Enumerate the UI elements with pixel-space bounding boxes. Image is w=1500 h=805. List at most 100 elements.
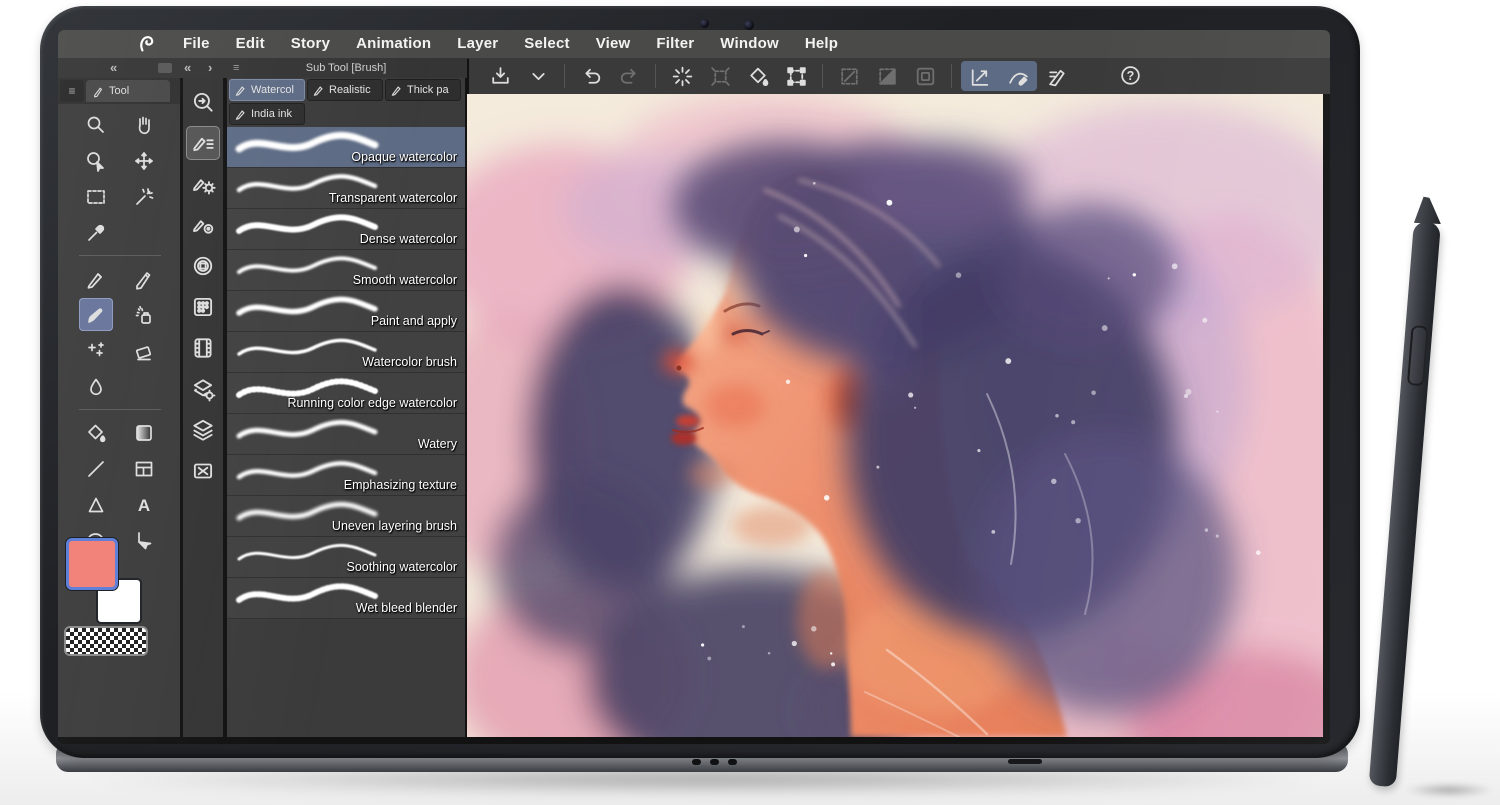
command-bar-separator	[564, 64, 565, 88]
subtool-menu-icon[interactable]: ≡	[233, 58, 239, 78]
brush-item-watery[interactable]: Watery	[227, 414, 465, 455]
brush-item-emphasizing-texture[interactable]: Emphasizing texture	[227, 455, 465, 496]
menu-item-filter[interactable]: Filter	[643, 30, 707, 58]
menu-item-animation[interactable]: Animation	[343, 30, 444, 58]
expand-dock-icon[interactable]: ›	[208, 58, 212, 78]
tool-selection-marquee[interactable]	[79, 180, 113, 213]
command-snap-to-ruler[interactable]	[961, 61, 999, 91]
command-save[interactable]	[481, 61, 519, 91]
tab-tool[interactable]: Tool	[86, 80, 170, 102]
brush-item-running-color-edge-watercolor[interactable]: Running color edge watercolor	[227, 373, 465, 414]
brush-item-watercolor-brush[interactable]: Watercolor brush	[227, 332, 465, 373]
tool-zoom[interactable]	[79, 108, 113, 141]
tool-group-divider	[79, 255, 161, 256]
menu-item-view[interactable]: View	[583, 30, 644, 58]
command-clear-outside-selection[interactable]	[701, 61, 739, 91]
collapse-left-dock-icon[interactable]: «	[110, 58, 117, 78]
dock-sub-tool[interactable]	[186, 126, 220, 160]
tool-gradient[interactable]	[127, 416, 161, 449]
subtool-tab-india-ink[interactable]: India ink	[229, 103, 305, 125]
command-bar-separator	[951, 64, 952, 88]
brush-item-paint-and-apply[interactable]: Paint and apply	[227, 291, 465, 332]
dock-layers[interactable]	[186, 413, 220, 447]
tool-flow-arrow[interactable]	[127, 524, 161, 557]
tool-operation[interactable]	[79, 144, 113, 177]
menu-bar: FileEditStoryAnimationLayerSelectViewFil…	[58, 30, 1330, 59]
transparent-color-swatch[interactable]	[64, 626, 148, 656]
ambient-sensor-icon	[744, 20, 754, 30]
menu-item-file[interactable]: File	[170, 30, 223, 58]
panel-menu-icon[interactable]: ≡	[60, 80, 84, 102]
tool-palette: ≡ Tool A	[58, 78, 180, 737]
brush-item-label: Running color edge watercolor	[287, 396, 457, 410]
dock-drag-handle[interactable]	[158, 63, 172, 73]
brush-item-wet-bleed-blender[interactable]: Wet bleed blender	[227, 578, 465, 619]
menu-item-edit[interactable]: Edit	[223, 30, 278, 58]
dock-tool-property[interactable]	[186, 167, 220, 201]
tool-auto-select[interactable]	[127, 180, 161, 213]
command-deselect[interactable]	[830, 61, 868, 91]
command-selection-border[interactable]	[906, 61, 944, 91]
command-clear[interactable]	[663, 61, 701, 91]
brush-item-dense-watercolor[interactable]: Dense watercolor	[227, 209, 465, 250]
help-icon: ?	[1118, 64, 1143, 89]
menu-item-layer[interactable]: Layer	[444, 30, 511, 58]
auto-select-icon	[132, 185, 156, 209]
command-scale-rotate[interactable]	[777, 61, 815, 91]
tool-brush[interactable]	[79, 298, 113, 331]
dock-quick-zoom[interactable]	[186, 85, 220, 119]
collapse-dock-icon[interactable]: «	[184, 58, 191, 78]
tool-pen[interactable]	[79, 262, 113, 295]
brush-item-soothing-watercolor[interactable]: Soothing watercolor	[227, 537, 465, 578]
command-snap-to-grid[interactable]	[1039, 61, 1077, 91]
dock-layer-property[interactable]	[186, 372, 220, 406]
save-icon	[488, 64, 513, 89]
tool-fill[interactable]	[79, 416, 113, 449]
brush-item-opaque-watercolor[interactable]: Opaque watercolor	[227, 127, 465, 168]
dock-navigator[interactable]	[186, 454, 220, 488]
tool-grid-spacer	[127, 216, 161, 249]
subtool-tab-realistic[interactable]: Realistic	[307, 79, 383, 101]
dock-color-set[interactable]	[186, 290, 220, 324]
tool-decoration[interactable]	[79, 334, 113, 367]
tool-blend[interactable]	[79, 370, 113, 403]
menu-item-story[interactable]: Story	[278, 30, 343, 58]
command-undo[interactable]	[572, 61, 610, 91]
tool-figure[interactable]	[79, 488, 113, 521]
subtool-tab-thick-pa[interactable]: Thick pa	[385, 79, 461, 101]
tool-line[interactable]	[79, 452, 113, 485]
hand-icon	[132, 113, 156, 137]
canvas-artwork	[467, 94, 1323, 737]
menu-item-help[interactable]: Help	[792, 30, 851, 58]
tool-frame-border[interactable]	[127, 452, 161, 485]
brush-item-smooth-watercolor[interactable]: Smooth watercolor	[227, 250, 465, 291]
dock-color-wheel[interactable]	[186, 249, 220, 283]
brush-item-uneven-layering-brush[interactable]: Uneven layering brush	[227, 496, 465, 537]
usb-port	[1008, 759, 1042, 764]
tool-move[interactable]	[127, 144, 161, 177]
clip-studio-paint-logo-icon[interactable]	[136, 33, 162, 55]
command-chevron-down[interactable]	[519, 61, 557, 91]
subtool-tab-watercol[interactable]: Watercol	[229, 79, 305, 101]
tool-pencil[interactable]	[127, 262, 161, 295]
tool-eyedropper[interactable]	[79, 216, 113, 249]
tool-eraser[interactable]	[127, 334, 161, 367]
tool-hand[interactable]	[127, 108, 161, 141]
tool-text[interactable]: A	[127, 488, 161, 521]
menu-item-window[interactable]: Window	[707, 30, 792, 58]
command-redo[interactable]	[610, 61, 648, 91]
menu-item-select[interactable]: Select	[511, 30, 582, 58]
foreground-color-swatch[interactable]	[66, 538, 118, 590]
dock-brush-size[interactable]	[186, 208, 220, 242]
brush-item-transparent-watercolor[interactable]: Transparent watercolor	[227, 168, 465, 209]
flow-arrow-icon	[132, 529, 156, 553]
command-fill[interactable]	[739, 61, 777, 91]
tool-property-icon	[190, 171, 216, 197]
gradient-icon	[132, 421, 156, 445]
command-invert-selection[interactable]	[868, 61, 906, 91]
tool-airbrush[interactable]	[127, 298, 161, 331]
canvas[interactable]	[467, 94, 1323, 737]
command-snap-to-special-ruler[interactable]	[999, 61, 1037, 91]
command-help[interactable]: ?	[1111, 61, 1149, 91]
dock-timeline[interactable]	[186, 331, 220, 365]
